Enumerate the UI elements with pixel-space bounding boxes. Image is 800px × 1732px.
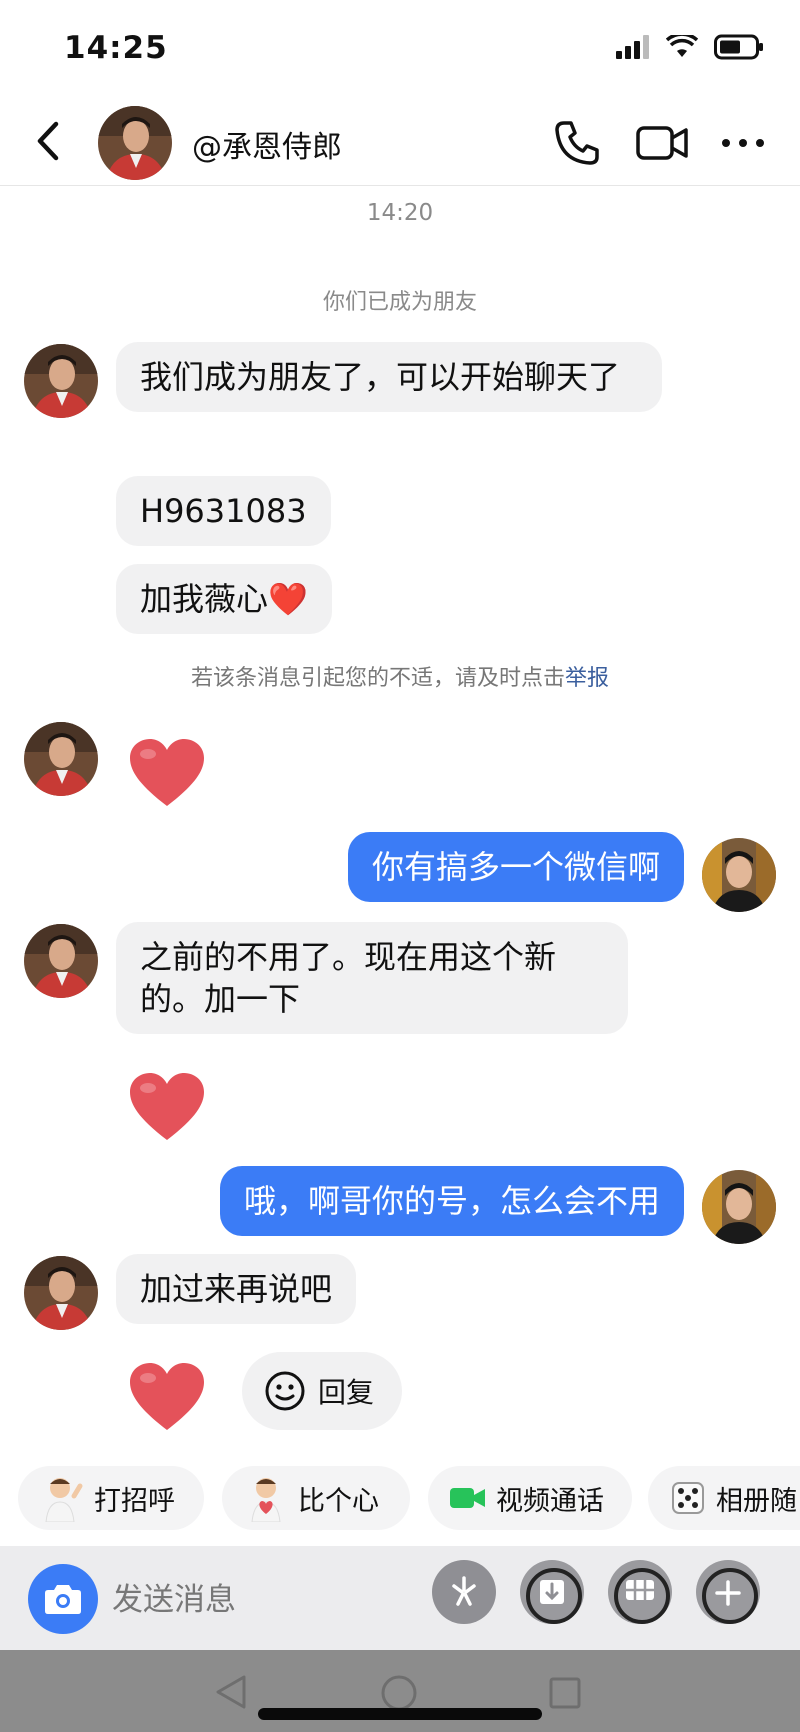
- quick-action-label: 视频通话: [496, 1485, 604, 1517]
- status-icons: [616, 34, 764, 60]
- report-notice: 若该条消息引起您的不适，请及时点击举报: [0, 660, 800, 692]
- system-nav-bar: [0, 1650, 800, 1732]
- chat-area[interactable]: 14:20 你们已成为朋友 我们成为朋友了，可以开始聊天了 H9631083 加…: [0, 186, 800, 1456]
- wifi-icon: [666, 35, 698, 57]
- message-input-placeholder: 发送消息: [112, 1582, 236, 1618]
- message-bubble-incoming[interactable]: H9631083: [116, 476, 331, 546]
- apps-grid-ring: [614, 1568, 670, 1624]
- signal-icon: [616, 35, 649, 59]
- reply-button[interactable]: 回复: [242, 1352, 402, 1430]
- message-bubble-incoming[interactable]: 加我薇心❤️: [116, 564, 332, 634]
- quick-action-album[interactable]: 相册随: [648, 1466, 800, 1530]
- message-bubble-incoming[interactable]: 加过来再说吧: [116, 1254, 357, 1324]
- reply-label: 回复: [318, 1376, 375, 1409]
- heart-emoji-icon[interactable]: [128, 1362, 206, 1432]
- heart-emoji-icon[interactable]: [128, 738, 206, 808]
- back-arrow-icon[interactable]: [28, 116, 68, 166]
- quick-action-video-call[interactable]: 视频通话: [428, 1466, 632, 1530]
- quick-action-greet[interactable]: 打招呼: [18, 1466, 204, 1530]
- status-time: 14:25: [64, 30, 168, 66]
- message-bubble-incoming[interactable]: 我们成为朋友了，可以开始聊天了: [116, 342, 662, 412]
- emoji-sticker-button[interactable]: [432, 1560, 496, 1624]
- battery-icon: [714, 34, 763, 60]
- message-timestamp: 14:20: [366, 200, 434, 226]
- sender-avatar[interactable]: [24, 924, 98, 998]
- home-indicator[interactable]: [258, 1708, 542, 1720]
- contact-avatar[interactable]: [98, 106, 172, 180]
- report-notice-text: 若该条消息引起您的不适，请及时点击: [190, 666, 565, 691]
- my-avatar[interactable]: [702, 838, 776, 912]
- status-bar: 14:25: [0, 0, 800, 100]
- message-bubble-outgoing[interactable]: 你有搞多一个微信啊: [347, 832, 684, 902]
- quick-actions-bar: 打招呼 比个心 视频通话 相册随: [0, 1462, 800, 1534]
- smiley-icon: [265, 1371, 305, 1411]
- camera-icon: [45, 1585, 81, 1614]
- more-options-icon[interactable]: [718, 124, 768, 162]
- message-input-bar: 发送消息: [0, 1546, 800, 1650]
- download-ring: [526, 1568, 582, 1624]
- message-bubble-incoming[interactable]: 之前的不用了。现在用这个新的。加一下: [116, 922, 628, 1034]
- nav-home-icon[interactable]: [380, 1674, 418, 1712]
- heart-gesture-emoji-icon: [251, 1478, 281, 1522]
- message-bubble-outgoing[interactable]: 哦，啊哥你的号，怎么会不用: [219, 1166, 684, 1236]
- wave-emoji-icon: [45, 1478, 83, 1522]
- camera-button[interactable]: [28, 1564, 98, 1634]
- my-avatar[interactable]: [702, 1170, 776, 1244]
- add-more-ring: [702, 1568, 758, 1624]
- nav-back-icon[interactable]: [214, 1674, 248, 1710]
- quick-action-label: 比个心: [298, 1485, 379, 1517]
- quick-action-label: 相册随: [716, 1485, 797, 1517]
- sender-avatar[interactable]: [24, 344, 98, 418]
- chat-header: @承恩侍郎: [0, 100, 800, 186]
- system-message: 你们已成为朋友: [322, 290, 477, 315]
- sender-avatar[interactable]: [24, 1256, 98, 1330]
- phone-call-icon[interactable]: [552, 118, 602, 168]
- report-link[interactable]: 举报: [565, 666, 609, 691]
- nav-recents-icon[interactable]: [548, 1676, 582, 1710]
- contact-name: @承恩侍郎: [192, 130, 342, 165]
- video-camera-icon: [450, 1488, 485, 1508]
- quick-action-heart[interactable]: 比个心: [222, 1466, 410, 1530]
- video-call-icon[interactable]: [636, 120, 688, 166]
- quick-action-label: 打招呼: [94, 1485, 175, 1517]
- sparkle-icon: [452, 1576, 476, 1606]
- sender-avatar[interactable]: [24, 722, 98, 796]
- dice-icon: [672, 1482, 704, 1514]
- heart-emoji-icon[interactable]: [128, 1072, 206, 1142]
